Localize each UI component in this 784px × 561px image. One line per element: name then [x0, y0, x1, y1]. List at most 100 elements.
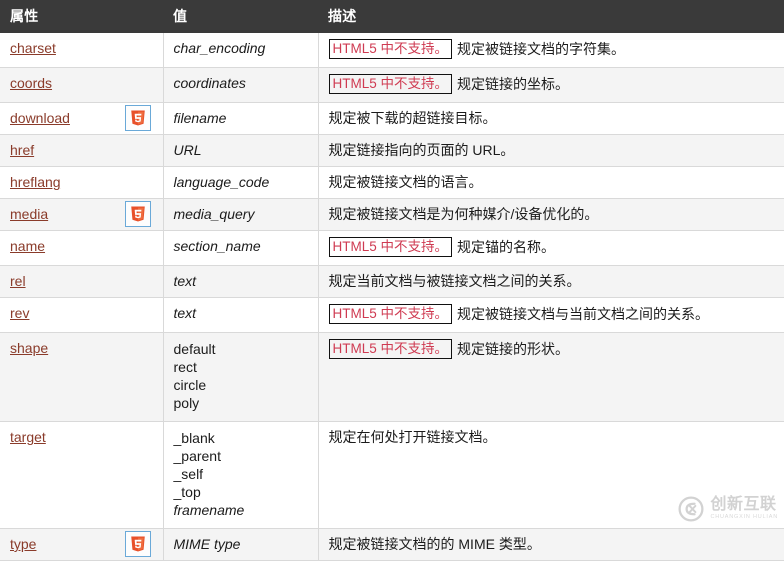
column-header-description: 描述: [328, 8, 357, 24]
value-text: text: [173, 273, 197, 289]
attribute-link-target[interactable]: target: [10, 429, 46, 445]
cell-description: 规定当前文档与被链接文档之间的关系。: [318, 265, 784, 298]
html5-logo-icon: [124, 105, 151, 131]
description-text: 规定被链接文档是为何种媒介/设备优化的。: [328, 206, 599, 222]
cell-description: HTML5 中不支持。 规定被链接文档的字符集。: [318, 33, 784, 68]
cell-attribute: charset: [0, 33, 164, 68]
description-text: 规定被链接文档与当前文档之间的关系。: [457, 306, 710, 322]
value-text: language_code: [173, 174, 270, 190]
html5-not-supported-badge: HTML5 中不支持。: [328, 237, 453, 257]
table-row: type MIME type 规定被链接文档的的 MIME 类型。: [0, 528, 784, 561]
attribute-link-media[interactable]: media: [10, 206, 48, 222]
cell-attribute: shape: [0, 332, 164, 422]
html5-not-supported-badge: HTML5 中不支持。: [328, 74, 453, 94]
cell-attribute: rel: [0, 265, 164, 298]
attribute-link-coords[interactable]: coords: [10, 75, 52, 91]
cell-value: text: [163, 265, 319, 298]
value-option: circle: [173, 377, 207, 393]
table-row: target _blank _parent _self _top framename 规定在…: [0, 421, 784, 529]
cell-description: HTML5 中不支持。 规定锚的名称。: [318, 230, 784, 266]
value-text: MIME type: [173, 536, 241, 552]
cell-attribute: name: [0, 230, 164, 266]
cell-value: filename: [163, 102, 319, 135]
cell-value: default rect circle poly: [163, 332, 319, 422]
value-text: media_query: [173, 206, 255, 222]
attribute-link-shape[interactable]: shape: [10, 340, 48, 356]
value-option: _blank: [173, 430, 215, 446]
attribute-link-type[interactable]: type: [10, 536, 36, 552]
table-row: shape default rect circle poly HTML5 中不支持。 规定链…: [0, 332, 784, 422]
cell-attribute: href: [0, 134, 164, 167]
description-text: 规定在何处打开链接文档。: [328, 429, 497, 445]
html5-logo-icon: [124, 201, 151, 227]
cell-description: 规定在何处打开链接文档。: [318, 421, 784, 529]
description-text: 规定当前文档与被链接文档之间的关系。: [328, 273, 581, 289]
description-text: 规定被链接文档的的 MIME 类型。: [328, 536, 541, 552]
value-option: _top: [173, 484, 201, 500]
description-text: 规定锚的名称。: [457, 239, 556, 255]
value-text: text: [173, 305, 197, 321]
cell-attribute: coords: [0, 67, 164, 103]
table-row: hreflang language_code 规定被链接文档的语言。: [0, 166, 784, 199]
cell-value: text: [163, 297, 319, 333]
value-option: default: [173, 341, 216, 357]
value-option: rect: [173, 359, 197, 375]
table-header: 属性 值 描述: [0, 0, 784, 33]
description-text: 规定被链接文档的语言。: [328, 174, 483, 190]
value-list: _blank _parent _self _top framename: [174, 429, 308, 519]
value-text: filename: [173, 110, 227, 126]
table-body: charset char_encoding HTML5 中不支持。 规定被链接文档的字…: [0, 33, 784, 561]
value-text: section_name: [173, 238, 261, 254]
attribute-link-name[interactable]: name: [10, 238, 45, 254]
cell-attribute: hreflang: [0, 166, 164, 199]
cell-attribute: download: [0, 102, 164, 135]
table-row: name section_name HTML5 中不支持。 规定锚的名称。: [0, 230, 784, 266]
cell-description: HTML5 中不支持。 规定链接的形状。: [318, 332, 784, 422]
cell-value: media_query: [163, 198, 319, 231]
description-text: 规定链接指向的页面的 URL。: [328, 142, 515, 158]
description-text: 规定链接的形状。: [457, 341, 570, 357]
html5-not-supported-badge: HTML5 中不支持。: [328, 304, 453, 324]
description-text: 规定链接的坐标。: [457, 76, 570, 92]
value-option: poly: [173, 395, 200, 411]
attribute-link-href[interactable]: href: [10, 142, 34, 158]
cell-description: 规定被链接文档的语言。: [318, 166, 784, 199]
attribute-reference-table: 属性 值 描述 charset char_encoding HTML5 中不支持。规…: [0, 0, 784, 561]
cell-value: coordinates: [163, 67, 319, 103]
cell-description: 规定被链接文档的的 MIME 类型。: [318, 528, 784, 561]
attribute-link-rev[interactable]: rev: [10, 305, 29, 321]
html5-logo-icon: [124, 531, 151, 557]
cell-attribute: media: [0, 198, 164, 231]
table-row: download filename 规定被下载的超链接目标。: [0, 102, 784, 135]
value-option: framename: [173, 502, 245, 518]
column-header-value: 值: [173, 8, 188, 24]
table-row: rel text 规定当前文档与被链接文档之间的关系。: [0, 265, 784, 298]
table-header-row: 属性 值 描述: [0, 0, 784, 33]
value-list: default rect circle poly: [174, 340, 308, 412]
attribute-link-rel[interactable]: rel: [10, 273, 26, 289]
cell-value: URL: [163, 134, 319, 167]
cell-description: HTML5 中不支持。 规定被链接文档与当前文档之间的关系。: [318, 297, 784, 333]
cell-value: section_name: [163, 230, 319, 266]
cell-attribute: type: [0, 528, 164, 561]
table-row: media media_query 规定被链接文档是为何种媒介/设备优化的。: [0, 198, 784, 231]
column-header-attribute: 属性: [10, 8, 39, 24]
cell-attribute: rev: [0, 297, 164, 333]
table-row: href URL 规定链接指向的页面的 URL。: [0, 134, 784, 167]
attribute-link-download[interactable]: download: [10, 110, 70, 126]
table-row: rev text HTML5 中不支持。 规定被链接文档与当前文档之间的关系。: [0, 297, 784, 333]
attribute-link-hreflang[interactable]: hreflang: [10, 174, 61, 190]
value-text: URL: [173, 142, 202, 158]
cell-value: char_encoding: [163, 33, 319, 68]
table-row: charset char_encoding HTML5 中不支持。 规定被链接文档的字…: [0, 33, 784, 68]
description-text: 规定被下载的超链接目标。: [328, 110, 497, 126]
html5-not-supported-badge: HTML5 中不支持。: [328, 39, 453, 59]
value-option: _parent: [173, 448, 221, 464]
attribute-link-charset[interactable]: charset: [10, 40, 56, 56]
description-text: 规定被链接文档的字符集。: [457, 41, 626, 57]
cell-value: language_code: [163, 166, 319, 199]
cell-description: HTML5 中不支持。 规定链接的坐标。: [318, 67, 784, 103]
value-option: _self: [173, 466, 204, 482]
cell-attribute: target: [0, 421, 164, 529]
value-text: char_encoding: [173, 40, 266, 56]
